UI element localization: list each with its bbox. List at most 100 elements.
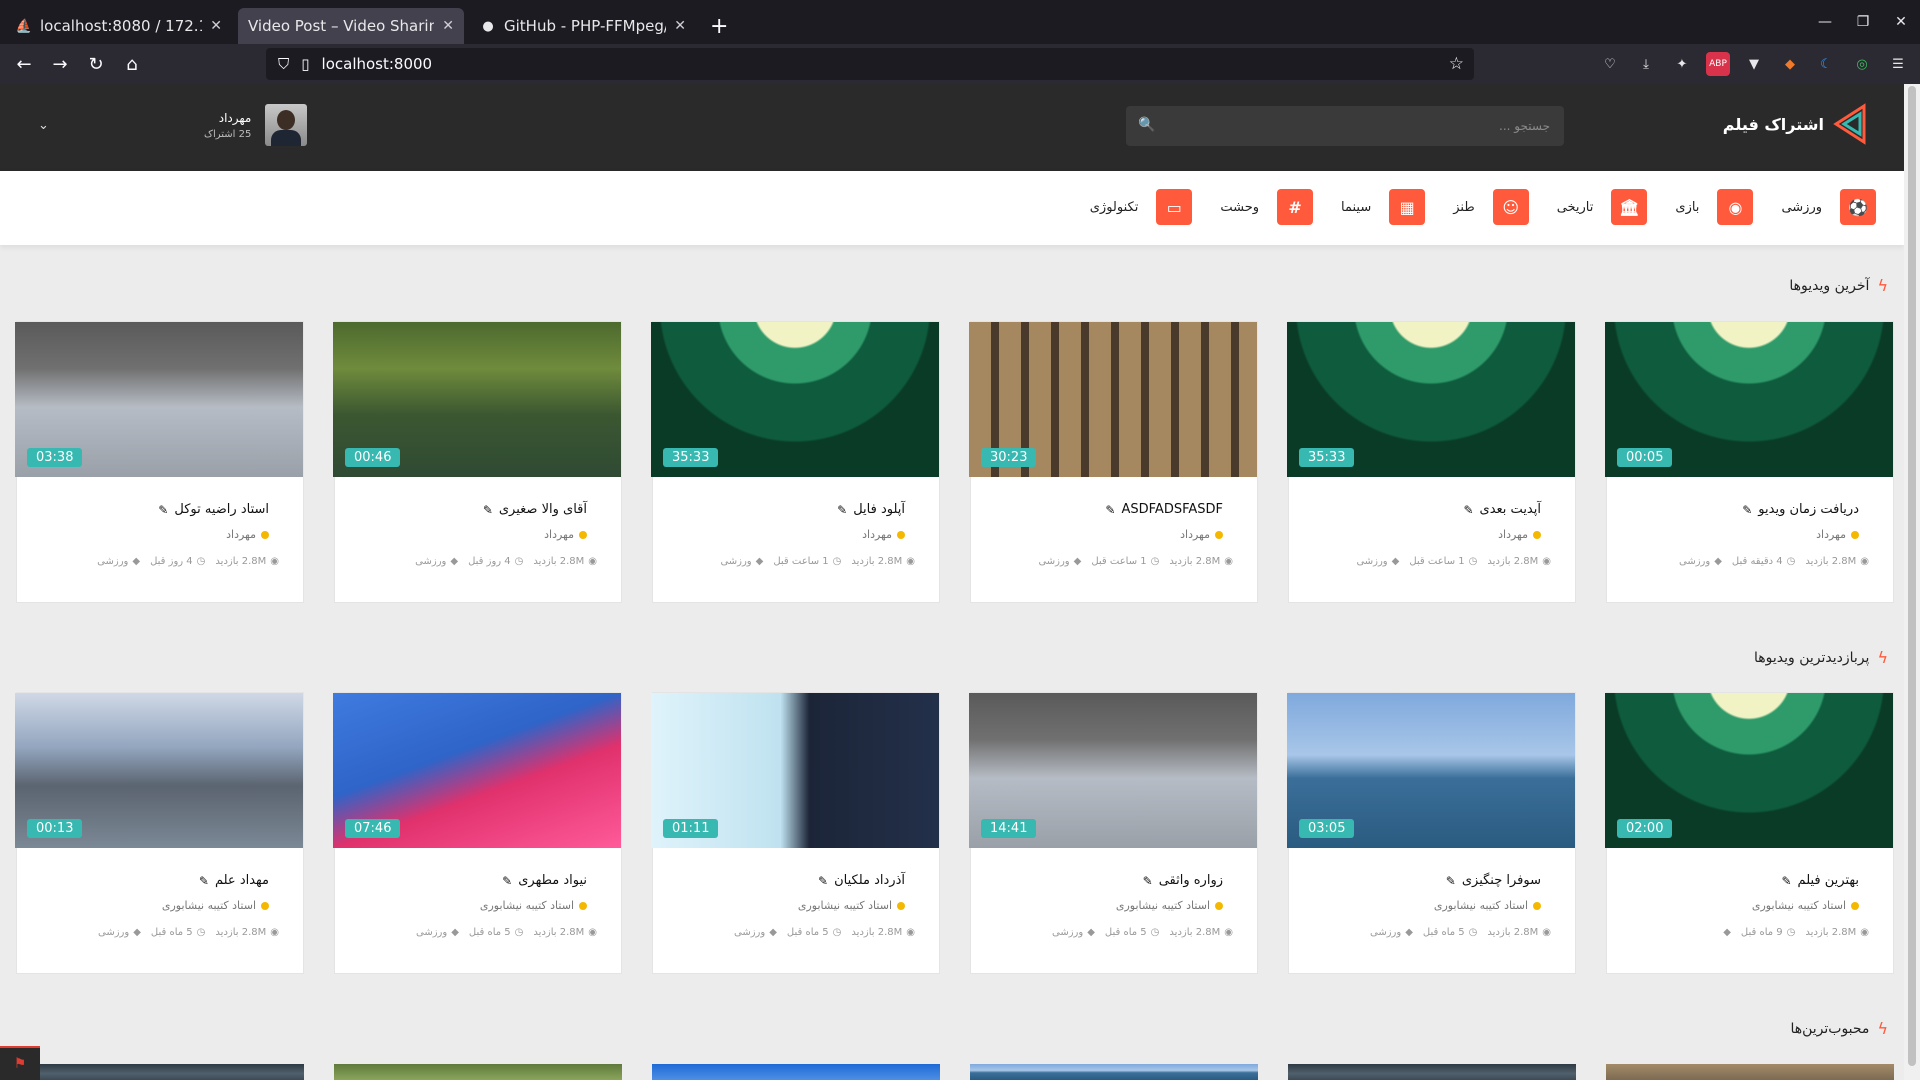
video-card[interactable]: 02:00 بهترین فیلم ✎ استاد کتیبه نیشابوری ◉ 2.… <box>1605 692 1894 974</box>
edit-icon[interactable]: ✎ <box>1463 503 1473 517</box>
video-card[interactable]: 00:05 دریافت زمان ویدیو ✎ مهرداد ◉ 2.8M بازدی… <box>1605 321 1894 603</box>
edit-icon[interactable]: ✎ <box>1742 503 1752 517</box>
video-title-text[interactable]: ASDFADSFASDF <box>1121 502 1223 517</box>
vpn-icon[interactable]: ▼ <box>1742 52 1766 76</box>
video-title-text[interactable]: دریافت زمان ویدیو <box>1758 502 1859 517</box>
video-card[interactable]: 00:46 آقای والا صغیری ✎ مهرداد ◉ 2.8M بازدید ◷… <box>333 321 622 603</box>
category-bank[interactable]: 🏛 تاریخی <box>1557 189 1648 225</box>
shield-icon[interactable]: ⛉ <box>278 55 289 73</box>
video-category[interactable]: ◆ ورزشی <box>1038 556 1081 567</box>
edit-icon[interactable]: ✎ <box>1143 874 1153 888</box>
extension-icon[interactable]: ✦ <box>1670 52 1694 76</box>
restore-icon[interactable]: ❐ <box>1844 0 1882 44</box>
video-author[interactable]: مهرداد <box>544 528 587 541</box>
video-category[interactable]: ◆ ورزشی <box>416 927 459 938</box>
video-thumbnail[interactable] <box>970 1064 1258 1080</box>
video-author[interactable]: استاد کتیبه نیشابوری <box>1116 899 1223 912</box>
author-name[interactable]: استاد کتیبه نیشابوری <box>162 899 256 912</box>
video-thumbnail[interactable] <box>334 1064 622 1080</box>
download-icon[interactable]: ⤓ <box>1634 52 1658 76</box>
video-author[interactable]: استاد کتیبه نیشابوری <box>1434 899 1541 912</box>
video-category[interactable]: ◆ ورزشی <box>1356 556 1399 567</box>
video-category[interactable]: ◆ ورزشی <box>734 927 777 938</box>
close-icon[interactable]: ✕ <box>674 18 686 34</box>
category-film[interactable]: ▦ سینما <box>1341 189 1426 225</box>
video-title[interactable]: نیواد مطهری ✎ <box>333 873 621 888</box>
site-logo[interactable]: اشتراک فیلم <box>1723 102 1870 146</box>
video-title-text[interactable]: آپلود فایل <box>853 502 905 517</box>
video-author[interactable]: استاد کتیبه نیشابوری <box>1752 899 1859 912</box>
video-category[interactable]: ◆ ورزشی <box>720 556 763 567</box>
video-card[interactable]: 35:33 آپدیت بعدی ✎ مهرداد ◉ 2.8M بازدید ◷ 1 ساع… <box>1287 321 1576 603</box>
video-thumbnail[interactable]: 02:00 <box>1605 693 1893 848</box>
edit-icon[interactable]: ✎ <box>1446 874 1456 888</box>
video-thumbnail[interactable]: 00:13 <box>15 693 303 848</box>
video-card[interactable]: 14:41 زواره واثقی ✎ استاد کتیبه نیشابوری ◉ 2.… <box>969 692 1258 974</box>
category-smile[interactable]: ☺ طنز <box>1453 189 1529 225</box>
author-name[interactable]: استاد کتیبه نیشابوری <box>480 899 574 912</box>
video-thumbnail[interactable] <box>1288 1064 1576 1080</box>
author-name[interactable]: مهرداد <box>544 528 574 541</box>
video-title-text[interactable]: استاد راضیه توکل <box>174 502 269 517</box>
avatar[interactable] <box>265 104 308 146</box>
edit-icon[interactable]: ✎ <box>483 503 493 517</box>
video-thumbnail[interactable] <box>1606 1064 1894 1080</box>
edit-icon[interactable]: ✎ <box>837 503 847 517</box>
video-thumbnail[interactable]: 01:11 <box>651 693 939 848</box>
moon-icon[interactable]: ☾ <box>1814 52 1838 76</box>
edit-icon[interactable]: ✎ <box>1781 874 1791 888</box>
video-title-text[interactable]: زواره واثقی <box>1159 873 1223 888</box>
author-name[interactable]: استاد کتیبه نیشابوری <box>1752 899 1846 912</box>
scrollbar-thumb[interactable] <box>1908 86 1916 1066</box>
close-icon[interactable]: ✕ <box>442 18 454 34</box>
close-icon[interactable]: ✕ <box>210 18 222 34</box>
video-title[interactable]: آقای والا صغیری ✎ <box>333 502 621 517</box>
video-thumbnail[interactable] <box>652 1064 940 1080</box>
back-icon[interactable]: ← <box>6 48 42 80</box>
minimize-icon[interactable]: — <box>1806 0 1844 44</box>
video-title[interactable]: ASDFADSFASDF ✎ <box>969 502 1257 517</box>
category-ball[interactable]: ⚽ ورزشی <box>1781 189 1876 225</box>
video-title-text[interactable]: آقای والا صغیری <box>499 502 587 517</box>
video-title-text[interactable]: سوفرا چنگیزی <box>1462 873 1541 888</box>
category-hash[interactable]: # وحشت <box>1220 189 1314 225</box>
author-name[interactable]: مهرداد <box>226 528 256 541</box>
edit-icon[interactable]: ✎ <box>502 874 512 888</box>
author-name[interactable]: مهرداد <box>1180 528 1210 541</box>
video-author[interactable]: مهرداد <box>226 528 269 541</box>
video-title[interactable]: مهداد علم ✎ <box>15 873 303 888</box>
author-name[interactable]: استاد کتیبه نیشابوری <box>798 899 892 912</box>
video-title[interactable]: سوفرا چنگیزی ✎ <box>1287 873 1575 888</box>
video-author[interactable]: مهرداد <box>1498 528 1541 541</box>
video-author[interactable]: مهرداد <box>862 528 905 541</box>
fox-icon[interactable]: ◆ <box>1778 52 1802 76</box>
video-card[interactable]: 00:13 مهداد علم ✎ استاد کتیبه نیشابوری ◉ 2.8M… <box>15 692 304 974</box>
video-title[interactable]: آپدیت بعدی ✎ <box>1287 502 1575 517</box>
category-gamepad[interactable]: ◉ بازی <box>1675 189 1754 225</box>
video-thumbnail[interactable] <box>16 1064 304 1080</box>
browser-tab[interactable]: ⛵ localhost:8080 / 172.17.0 ✕ <box>6 8 232 44</box>
edit-icon[interactable]: ✎ <box>158 503 168 517</box>
circle-extension-icon[interactable]: ◎ <box>1850 52 1874 76</box>
forward-icon[interactable]: → <box>42 48 78 80</box>
video-thumbnail[interactable]: 03:38 <box>15 322 303 477</box>
video-title[interactable]: دریافت زمان ویدیو ✎ <box>1605 502 1893 517</box>
reload-icon[interactable]: ↻ <box>78 48 114 80</box>
edit-icon[interactable]: ✎ <box>199 874 209 888</box>
video-thumbnail[interactable]: 00:46 <box>333 322 621 477</box>
video-card[interactable]: 01:11 آذرداد ملکیان ✎ استاد کتیبه نیشابوری ◉… <box>651 692 940 974</box>
edit-icon[interactable]: ✎ <box>1105 503 1115 517</box>
video-thumbnail[interactable]: 35:33 <box>651 322 939 477</box>
video-title-text[interactable]: مهداد علم <box>215 873 269 888</box>
video-category[interactable]: ◆ ورزشی <box>1679 556 1722 567</box>
home-icon[interactable]: ⌂ <box>114 48 150 80</box>
search-input[interactable] <box>1170 106 1550 146</box>
video-category[interactable]: ◆ ورزشی <box>415 556 458 567</box>
author-name[interactable]: استاد کتیبه نیشابوری <box>1116 899 1210 912</box>
video-author[interactable]: مهرداد <box>1180 528 1223 541</box>
bookmark-star-icon[interactable]: ☆ <box>1449 54 1464 74</box>
browser-tab[interactable]: ● GitHub - PHP-FFMpeg/PH ✕ <box>470 8 696 44</box>
video-thumbnail[interactable]: 00:05 <box>1605 322 1893 477</box>
author-name[interactable]: مهرداد <box>1498 528 1528 541</box>
adblock-icon[interactable]: ABP <box>1706 52 1730 76</box>
